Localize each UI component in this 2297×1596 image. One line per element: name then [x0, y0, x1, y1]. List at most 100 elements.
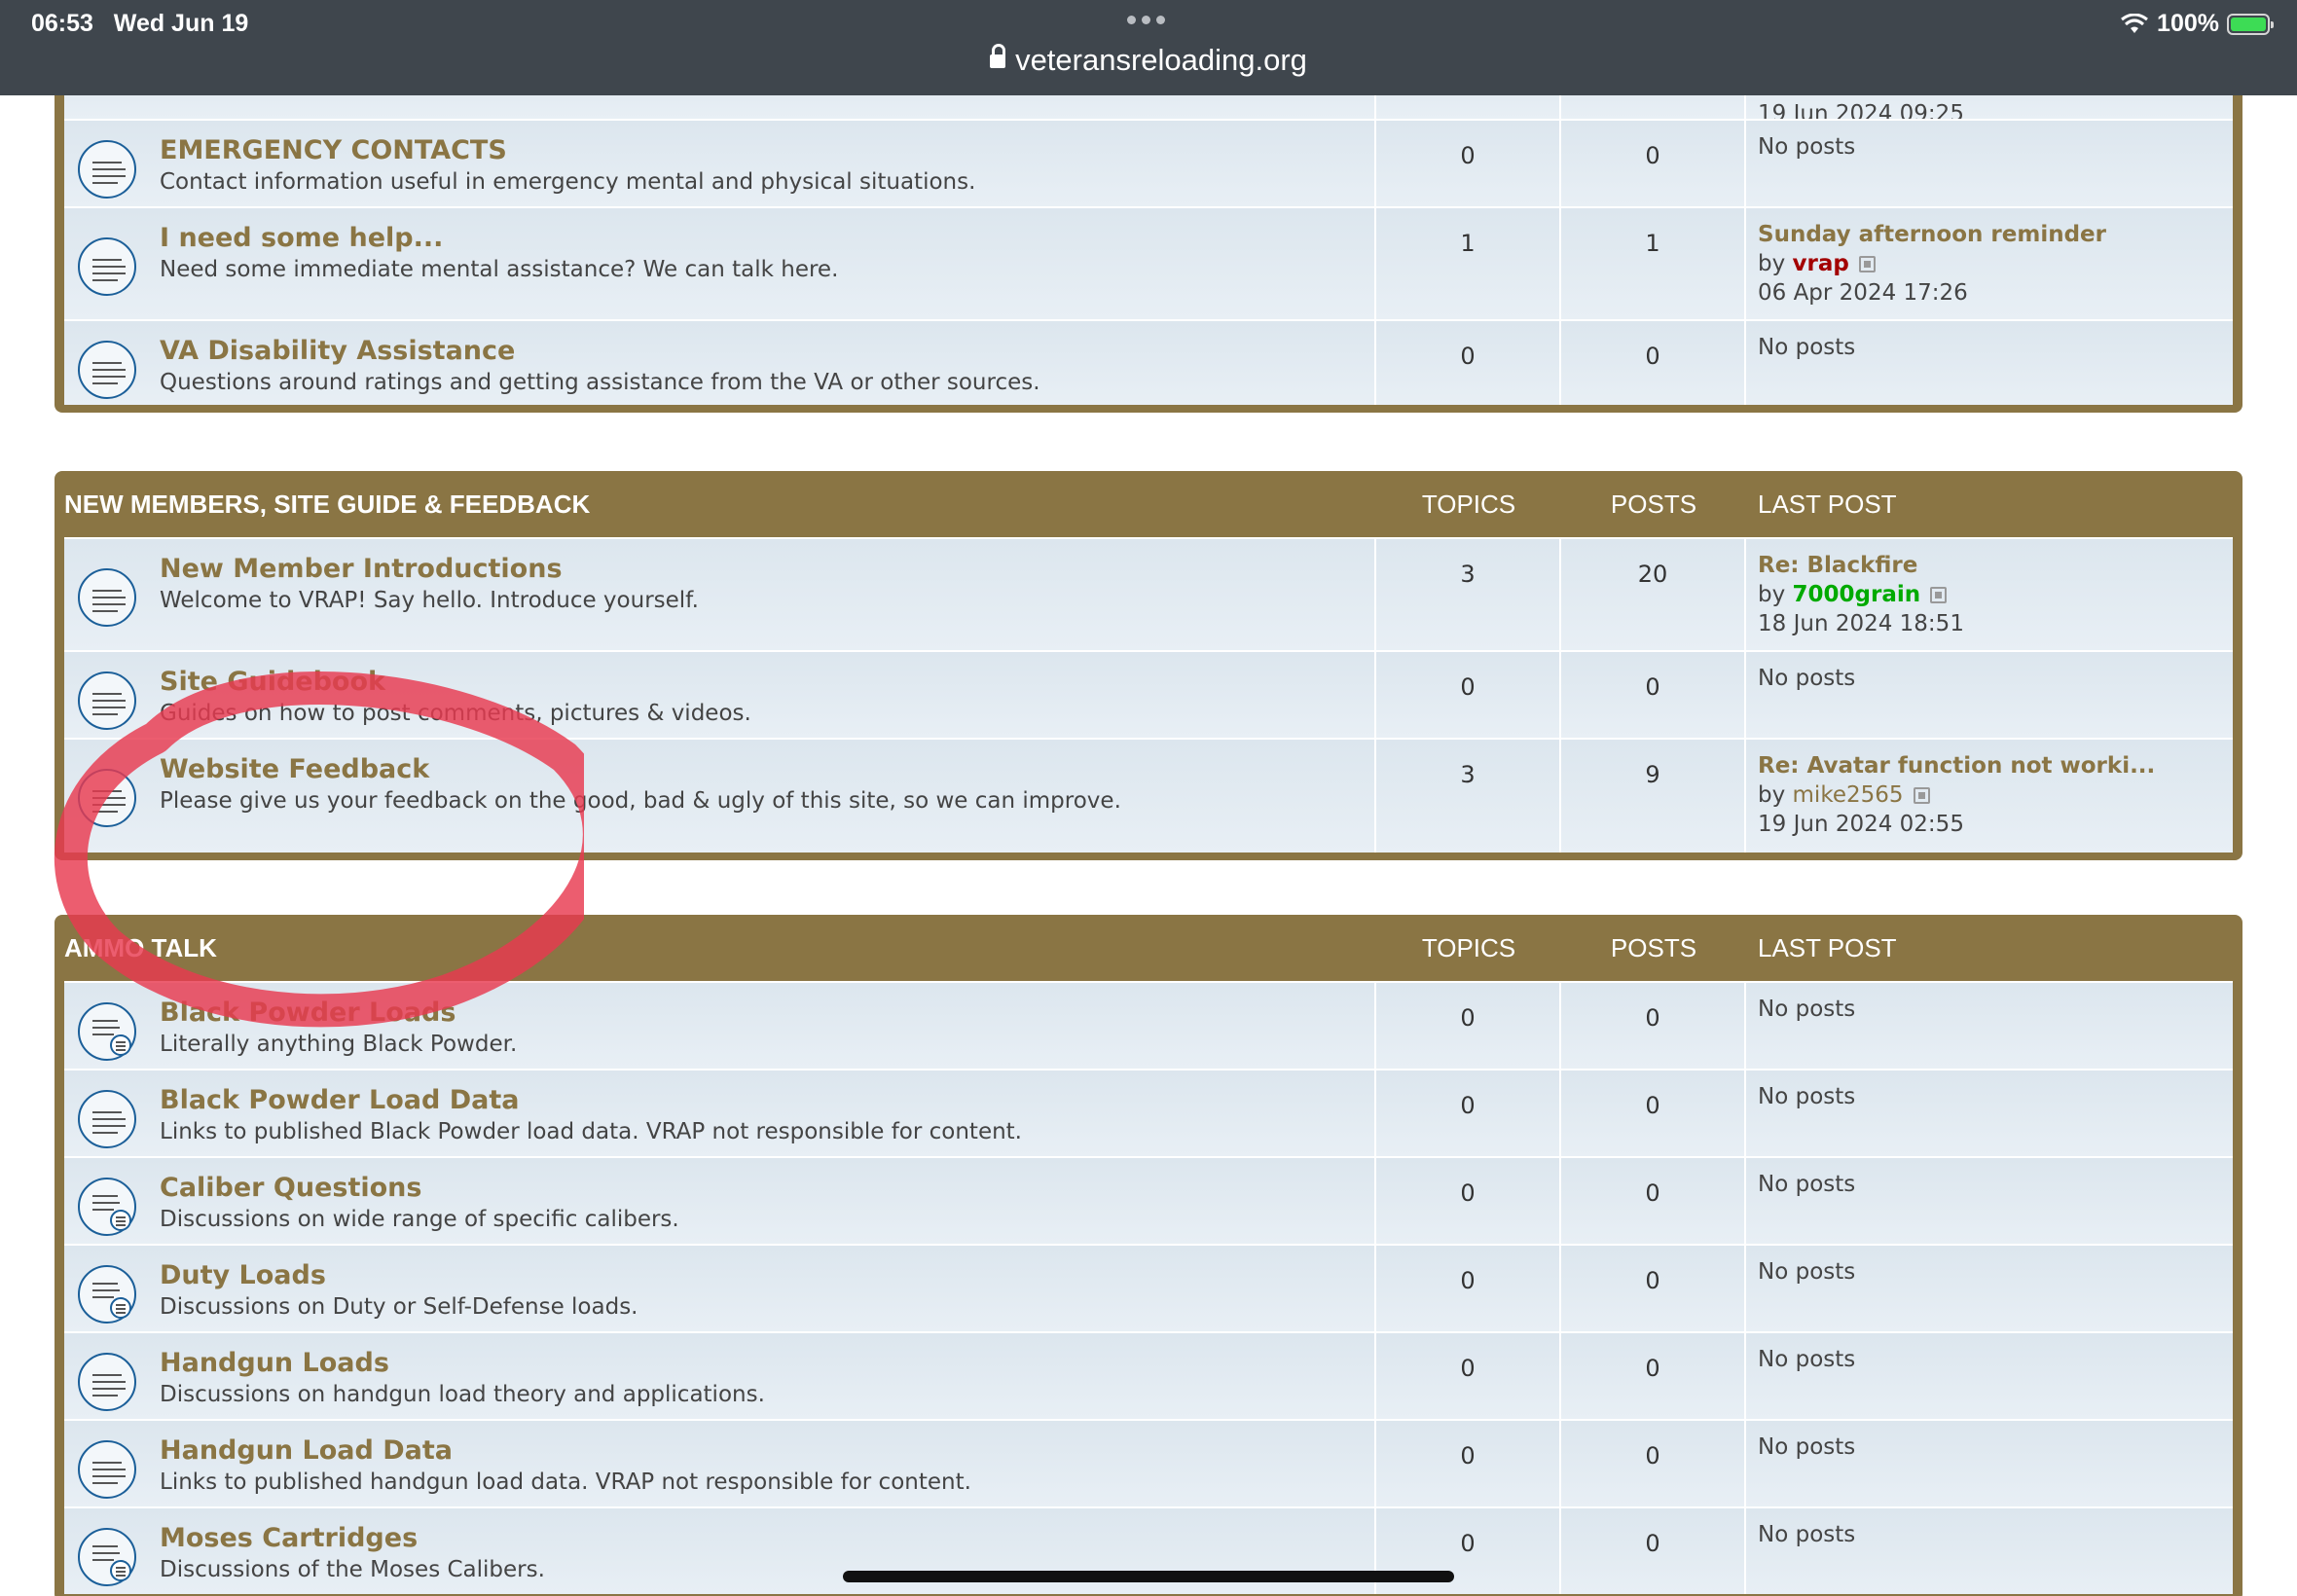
forum-row[interactable]: Handgun Loads Discussions on handgun load…	[64, 1331, 2233, 1419]
forum-row[interactable]: Site Guidebook Guides on how to post comm…	[64, 650, 2233, 738]
last-post-title-link[interactable]: Sunday afternoon reminder	[1758, 220, 2233, 249]
forum-title-link[interactable]: Duty Loads	[160, 1259, 638, 1292]
last-post: Re: Blackfire by 7000grain 18 Jun 2024 1…	[1746, 539, 2233, 650]
go-to-post-icon[interactable]	[1930, 587, 1948, 603]
last-post: No posts	[1758, 1522, 1856, 1547]
address-bar[interactable]: veteransreloading.org	[0, 43, 2297, 78]
page-content: 19 Jun 2024 09:25 EMERGENCY CONTACTS Cont…	[0, 95, 2297, 1596]
by-label: by	[1758, 582, 1786, 607]
forum-row[interactable]: Website Feedback Please give us your feed…	[64, 738, 2233, 852]
forum-title-link[interactable]: Black Powder Load Data	[160, 1084, 1022, 1117]
topics-count: 0	[1376, 983, 1561, 1069]
topics-count: 3	[1376, 539, 1561, 650]
forum-row[interactable]: EMERGENCY CONTACTS Contact information us…	[64, 119, 2233, 206]
last-post: No posts	[1758, 997, 1856, 1022]
browser-status-bar: 06:53 Wed Jun 19 veteransreloading.org 1…	[0, 0, 2297, 95]
forum-title-link[interactable]: Website Feedback	[160, 753, 1121, 786]
posts-count: 0	[1561, 1333, 1746, 1419]
forum-row[interactable]: Duty Loads Discussions on Duty or Self-De…	[64, 1244, 2233, 1331]
forum-row[interactable]: Handgun Load Data Links to published hand…	[64, 1419, 2233, 1506]
forum-description: Links to published handgun load data. VR…	[160, 1469, 971, 1495]
forum-description: Literally anything Black Powder.	[160, 1032, 518, 1057]
go-to-post-icon[interactable]	[1913, 787, 1930, 804]
forum-title-link[interactable]: Caliber Questions	[160, 1172, 679, 1205]
forum-row-partial: 19 Jun 2024 09:25	[64, 95, 2233, 127]
forum-read-icon	[78, 671, 136, 730]
posts-count: 0	[1561, 1421, 1746, 1506]
forum-description: Need some immediate mental assistance? W…	[160, 257, 839, 282]
last-post: No posts	[1758, 134, 1856, 160]
last-post: Sunday afternoon reminder by vrap 06 Apr…	[1746, 208, 2233, 319]
last-post: No posts	[1758, 1259, 1856, 1285]
forum-description: Discussions on Duty or Self-Defense load…	[160, 1294, 638, 1320]
forum-read-icon	[78, 140, 136, 199]
clock-time: 06:53 Wed Jun 19	[31, 10, 249, 37]
forum-row[interactable]: Caliber Questions Discussions on wide ran…	[64, 1156, 2233, 1244]
forum-description: Discussions on wide range of specific ca…	[160, 1207, 679, 1232]
category-title[interactable]: AMMO TALK	[64, 933, 1376, 963]
topics-count: 1	[1376, 208, 1561, 319]
topics-count: 0	[1376, 1070, 1561, 1156]
posts-count: 0	[1561, 1246, 1746, 1331]
category-header: AMMO TALK TOPICS POSTS LAST POST	[64, 915, 2233, 981]
forum-title-link[interactable]: VA Disability Assistance	[160, 335, 1040, 368]
forum-read-icon	[78, 568, 136, 627]
forum-description: Discussions on handgun load theory and a…	[160, 1382, 765, 1407]
forum-read-icon	[78, 769, 136, 827]
last-post-title-link[interactable]: Re: Blackfire	[1758, 551, 2233, 580]
forum-read-icon	[78, 1090, 136, 1148]
forum-description: Guides on how to post comments, pictures…	[160, 701, 751, 726]
more-dots-icon[interactable]	[1127, 16, 1165, 24]
forum-description: Discussions of the Moses Calibers.	[160, 1557, 545, 1582]
forum-description: Contact information useful in emergency …	[160, 169, 976, 195]
forum-row[interactable]: New Member Introductions Welcome to VRAP!…	[64, 537, 2233, 650]
forum-read-icon	[78, 237, 136, 296]
topics-count: 3	[1376, 740, 1561, 852]
posts-count: 0	[1561, 1158, 1746, 1244]
last-post: No posts	[1758, 335, 1856, 360]
forum-subforum-icon	[78, 1265, 136, 1324]
home-indicator[interactable]	[843, 1571, 1454, 1582]
forum-read-icon	[78, 1353, 136, 1411]
forum-title-link[interactable]: Black Powder Loads	[160, 997, 517, 1030]
go-to-post-icon[interactable]	[1858, 256, 1876, 272]
posts-count: 0	[1561, 652, 1746, 738]
status-icons: 100%	[2120, 10, 2274, 38]
last-post-column-header: LAST POST	[1758, 932, 1897, 962]
forum-title-link[interactable]: I need some help...	[160, 222, 838, 255]
posts-count: 0	[1561, 321, 1746, 405]
posts-count: 0	[1561, 121, 1746, 206]
category-title[interactable]: NEW MEMBERS, SITE GUIDE & FEEDBACK	[64, 490, 1376, 520]
forum-description: Please give us your feedback on the good…	[160, 788, 1121, 814]
last-post-title-link[interactable]: Re: Avatar function not worki...	[1758, 751, 2233, 780]
last-post-date: 19 Jun 2024 02:55	[1758, 812, 1964, 837]
forum-title-link[interactable]: Handgun Load Data	[160, 1434, 971, 1468]
username-link[interactable]: 7000grain	[1793, 582, 1921, 607]
forum-row[interactable]: I need some help... Need some immediate m…	[64, 206, 2233, 319]
posts-column-header: POSTS	[1610, 489, 1697, 519]
forum-subforum-icon	[78, 1528, 136, 1586]
last-post: No posts	[1758, 666, 1856, 691]
posts-count: 1	[1561, 208, 1746, 319]
forum-title-link[interactable]: Moses Cartridges	[160, 1522, 545, 1555]
forum-title-link[interactable]: Handgun Loads	[160, 1347, 765, 1380]
username-link[interactable]: mike2565	[1793, 782, 1904, 808]
topics-count: 0	[1376, 1333, 1561, 1419]
forum-title-link[interactable]: EMERGENCY CONTACTS	[160, 134, 975, 167]
topics-column-header: TOPICS	[1421, 932, 1516, 962]
forum-title-link[interactable]: New Member Introductions	[160, 553, 699, 586]
forum-title-link[interactable]: Site Guidebook	[160, 666, 751, 699]
forum-row[interactable]: Black Powder Load Data Links to published…	[64, 1069, 2233, 1156]
username-link[interactable]: vrap	[1793, 251, 1849, 276]
posts-count: 0	[1561, 1508, 1746, 1594]
forum-subforum-icon	[78, 1178, 136, 1236]
posts-count: 0	[1561, 983, 1746, 1069]
topics-count: 0	[1376, 1421, 1561, 1506]
forum-category-new-members: NEW MEMBERS, SITE GUIDE & FEEDBACK TOPIC…	[55, 471, 2242, 860]
forum-description: Links to published Black Powder load dat…	[160, 1119, 1022, 1144]
url-text: veteransreloading.org	[1015, 43, 1307, 77]
forum-row[interactable]: VA Disability Assistance Questions around…	[64, 319, 2233, 405]
forum-row[interactable]: Black Powder Loads Literally anything Bla…	[64, 981, 2233, 1069]
posts-count: 9	[1561, 740, 1746, 852]
topics-count: 0	[1376, 652, 1561, 738]
